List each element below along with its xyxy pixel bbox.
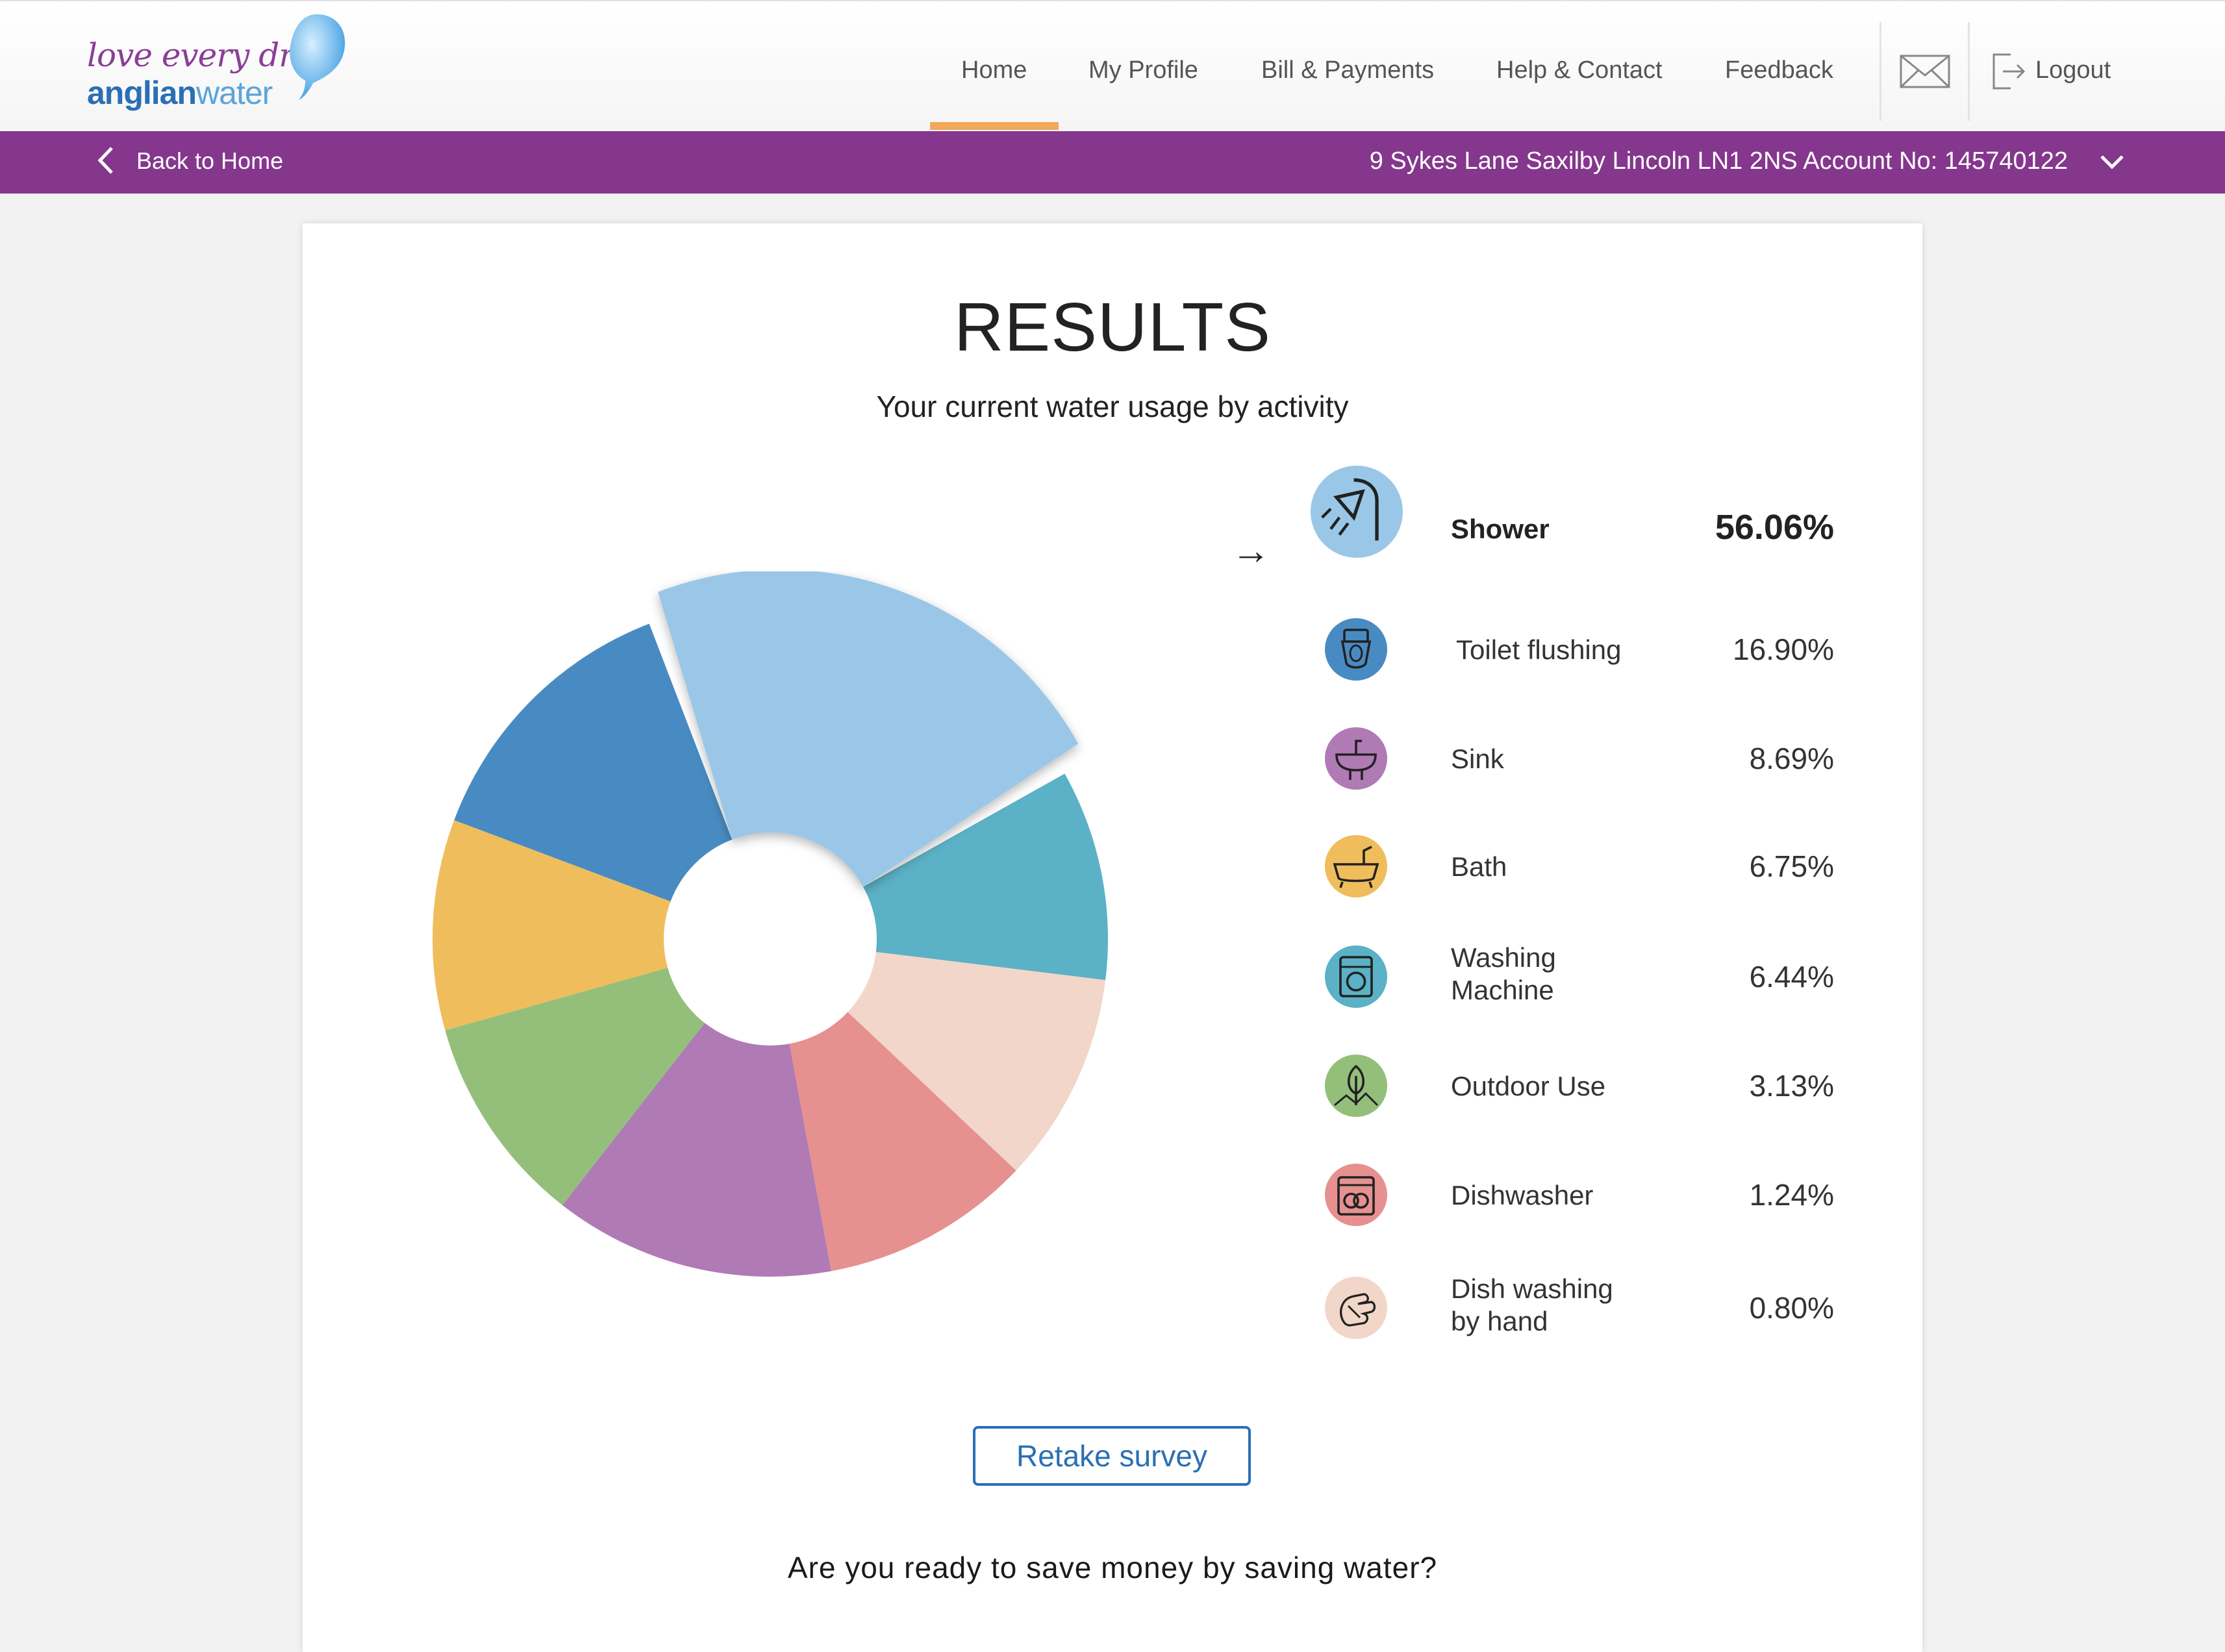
nav-help-contact[interactable]: Help & Contact xyxy=(1496,51,1663,90)
legend-value: 6.75% xyxy=(1749,849,1834,883)
logout-icon[interactable] xyxy=(1991,51,2026,92)
nav-active-indicator xyxy=(930,122,1059,130)
legend-value: 16.90% xyxy=(1732,632,1834,666)
dishwasher-icon xyxy=(1325,1164,1387,1226)
back-to-home-link[interactable]: Back to Home xyxy=(136,147,283,175)
nav-divider xyxy=(1968,22,1970,121)
page-subtitle: Your current water usage by activity xyxy=(876,390,1349,423)
legend-value: 8.69% xyxy=(1749,742,1834,775)
sink-icon xyxy=(1325,727,1387,790)
anglian-water-logo[interactable]: love every drop anglianwater xyxy=(82,10,355,114)
retake-survey-button[interactable]: Retake survey xyxy=(973,1426,1251,1486)
logout-button[interactable]: Logout xyxy=(2035,51,2111,90)
logo-wordmark: anglianwater xyxy=(87,75,273,111)
chevron-down-icon[interactable] xyxy=(2099,153,2125,170)
legend-label: Outdoor Use xyxy=(1451,1071,1606,1101)
legend-label: Shower xyxy=(1451,514,1550,544)
legend-value: 0.80% xyxy=(1749,1291,1834,1325)
legend-value: 56.06% xyxy=(1715,508,1834,547)
nav-divider xyxy=(1879,22,1881,121)
legend-value: 3.13% xyxy=(1749,1069,1834,1103)
save-money-question: Are you ready to save money by saving wa… xyxy=(787,1551,1438,1584)
water-usage-donut-chart[interactable] xyxy=(403,571,1156,1299)
nav-bill-payments[interactable]: Bill & Payments xyxy=(1261,51,1434,90)
legend-label: Washing Machine xyxy=(1451,942,1556,1005)
legend-label: Sink xyxy=(1451,744,1504,774)
washing-machine-icon xyxy=(1325,945,1387,1008)
hand-wash-icon xyxy=(1325,1277,1387,1339)
page-title: RESULTS xyxy=(953,289,1272,366)
legend-label: Bath xyxy=(1451,851,1507,882)
bath-icon xyxy=(1325,835,1387,897)
nav-feedback[interactable]: Feedback xyxy=(1725,51,1833,90)
legend-label: Dish washing by hand xyxy=(1451,1273,1613,1336)
nav-my-profile[interactable]: My Profile xyxy=(1088,51,1198,90)
outdoor-use-icon xyxy=(1325,1055,1387,1117)
account-address-selector[interactable]: 9 Sykes Lane Saxilby Lincoln LN1 2NS Acc… xyxy=(1370,145,2068,177)
legend-label: Dishwasher xyxy=(1451,1180,1594,1210)
nav-home[interactable]: Home xyxy=(961,51,1027,90)
legend-label: Toilet flushing xyxy=(1456,634,1622,665)
shower-icon xyxy=(1311,466,1403,558)
mail-icon[interactable] xyxy=(1899,52,1951,91)
legend-value: 6.44% xyxy=(1749,960,1834,994)
selected-arrow-icon: → xyxy=(1231,529,1270,572)
toilet-icon xyxy=(1325,618,1387,681)
water-drop-icon xyxy=(290,14,346,100)
legend-value: 1.24% xyxy=(1749,1178,1834,1212)
chevron-left-icon[interactable] xyxy=(95,145,117,175)
